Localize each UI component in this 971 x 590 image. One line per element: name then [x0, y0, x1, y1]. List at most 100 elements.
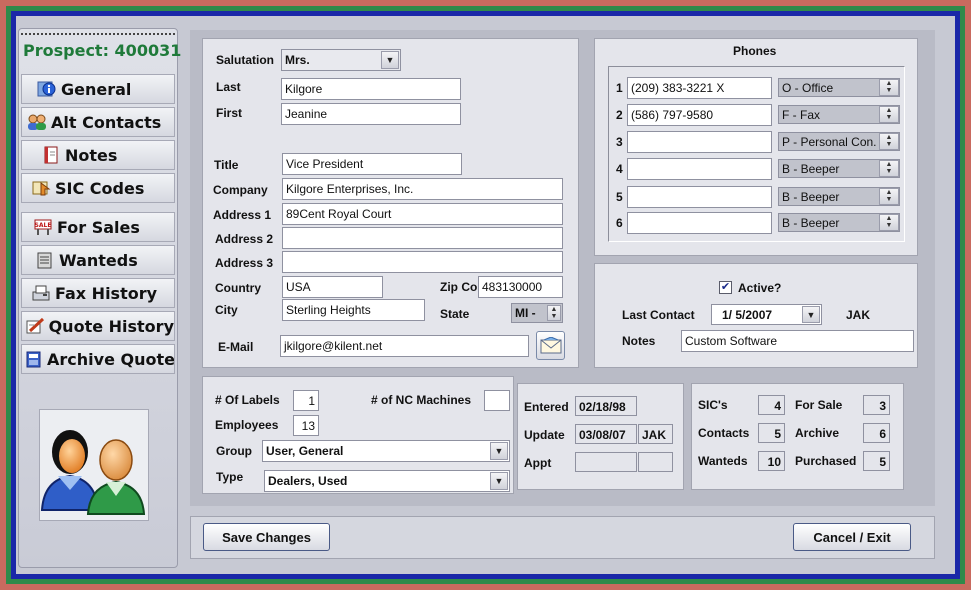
- avatar: [39, 409, 149, 521]
- chevron-down-icon[interactable]: ▼: [381, 51, 399, 69]
- phone-type-value: F - Fax: [782, 108, 820, 122]
- save-changes-button[interactable]: Save Changes: [203, 523, 330, 551]
- phone-row-number: 5: [616, 190, 623, 204]
- people-avatar-icon: [40, 430, 146, 515]
- last-contact-label: Last Contact: [622, 308, 695, 322]
- labels-count-field[interactable]: 1: [293, 390, 319, 411]
- chevron-down-icon[interactable]: ▼: [490, 442, 508, 460]
- phone-row-number: 6: [616, 216, 623, 230]
- address3-field[interactable]: [282, 251, 563, 273]
- title-label: Title: [214, 158, 239, 172]
- contacts-count: 5: [758, 423, 785, 443]
- contacts-icon: [26, 112, 48, 132]
- sidebar: Prospect: 400031 General Alt Contacts No…: [18, 28, 181, 568]
- prospect-id: 400031: [114, 41, 182, 60]
- address2-label: Address 2: [215, 232, 274, 246]
- nav-fax-history[interactable]: Fax History: [21, 278, 175, 308]
- nav-archive-quotes[interactable]: Archive Quotes: [21, 344, 175, 374]
- chevron-down-icon[interactable]: ▼: [490, 472, 508, 490]
- phone-type-spinner[interactable]: F - Fax ▲ ▼: [778, 105, 900, 124]
- spinner-arrows-icon[interactable]: ▲ ▼: [879, 79, 899, 96]
- nav-quote-history[interactable]: Quote History: [21, 311, 175, 341]
- title-field[interactable]: Vice President: [282, 153, 462, 175]
- send-email-button[interactable]: [536, 331, 565, 360]
- nav-sic-codes-label: SIC Codes: [55, 178, 145, 198]
- employees-label: Employees: [215, 418, 279, 432]
- sics-count: 4: [758, 395, 785, 415]
- type-select[interactable]: Dealers, Used ▼: [264, 470, 510, 492]
- wanteds-count: 10: [758, 451, 785, 471]
- phone-type-spinner[interactable]: B - Beeper ▲ ▼: [778, 159, 900, 178]
- spinner-arrows-icon[interactable]: ▲ ▼: [879, 160, 899, 177]
- nav-alt-contacts[interactable]: Alt Contacts: [21, 107, 175, 137]
- appt-date: [575, 452, 637, 472]
- city-label: City: [215, 303, 238, 317]
- nav-quote-history-label: Quote History: [48, 316, 174, 336]
- spinner-arrows-icon[interactable]: ▲ ▼: [879, 188, 899, 205]
- phone-type-value: B - Beeper: [782, 162, 840, 176]
- nav-general[interactable]: General: [21, 74, 175, 104]
- phone-type-spinner[interactable]: B - Beeper ▲ ▼: [778, 213, 900, 232]
- spinner-arrows-icon[interactable]: ▲ ▼: [879, 133, 899, 150]
- phone-number-field[interactable]: [627, 186, 772, 208]
- for-sale-icon: SALE: [32, 217, 54, 237]
- last-name-label: Last: [216, 80, 241, 94]
- phone-number-field[interactable]: [627, 158, 772, 180]
- fax-icon: [30, 283, 52, 303]
- email-field[interactable]: jkilgore@kilent.net: [280, 335, 529, 357]
- nav-fax-history-label: Fax History: [55, 283, 158, 303]
- nav-alt-contacts-label: Alt Contacts: [51, 112, 162, 132]
- nav-wanteds[interactable]: Wanteds: [21, 245, 175, 275]
- nc-machines-field[interactable]: [484, 390, 510, 411]
- state-spinner[interactable]: MI - ▲ ▼: [511, 303, 563, 323]
- phone-type-spinner[interactable]: O - Office ▲ ▼: [778, 78, 900, 97]
- for-sale-count: 3: [863, 395, 890, 415]
- salutation-select[interactable]: Mrs. ▼: [281, 49, 401, 71]
- archive-count: 6: [863, 423, 890, 443]
- phone-number-field[interactable]: (209) 383-3221 X: [627, 77, 772, 99]
- phone-number-field[interactable]: [627, 212, 772, 234]
- nav-notes[interactable]: Notes: [21, 140, 175, 170]
- appt-by: [638, 452, 673, 472]
- sics-count-label: SIC's: [698, 398, 728, 412]
- spinner-arrows-icon[interactable]: ▲ ▼: [879, 106, 899, 123]
- country-field[interactable]: USA: [282, 276, 383, 298]
- company-field[interactable]: Kilgore Enterprises, Inc.: [282, 178, 563, 200]
- address3-label: Address 3: [215, 256, 274, 270]
- wanteds-icon: [34, 250, 56, 270]
- employees-field[interactable]: 13: [293, 415, 319, 436]
- update-date: 03/08/07: [575, 424, 637, 444]
- notes-icon: [40, 145, 62, 165]
- nav-sic-codes[interactable]: SIC Codes: [21, 173, 175, 203]
- active-label: Active?: [738, 281, 782, 295]
- city-field[interactable]: Sterling Heights: [282, 299, 425, 321]
- chevron-down-icon[interactable]: ▼: [802, 306, 820, 323]
- group-select[interactable]: User, General ▼: [262, 440, 510, 462]
- notes-field[interactable]: Custom Software: [681, 330, 914, 352]
- zip-field[interactable]: 483130000: [478, 276, 563, 298]
- info-icon: [36, 79, 58, 99]
- spinner-arrows-icon[interactable]: ▲ ▼: [547, 305, 561, 321]
- last-name-field[interactable]: Kilgore: [281, 78, 461, 100]
- last-contact-date-picker[interactable]: 1/ 5/2007 ▼: [711, 304, 822, 325]
- address1-label: Address 1: [213, 208, 272, 222]
- labels-count-label: # Of Labels: [215, 393, 280, 407]
- address1-field[interactable]: 89Cent Royal Court: [282, 203, 563, 225]
- company-label: Company: [213, 183, 268, 197]
- first-name-field[interactable]: Jeanine: [281, 103, 461, 125]
- active-checkbox[interactable]: ✔: [719, 281, 732, 294]
- svg-text:SALE: SALE: [35, 222, 52, 229]
- nav-general-label: General: [61, 79, 132, 99]
- phone-number-field[interactable]: [627, 131, 772, 153]
- phone-number-field[interactable]: (586) 797-9580: [627, 104, 772, 126]
- spinner-arrows-icon[interactable]: ▲ ▼: [879, 214, 899, 231]
- phone-type-spinner[interactable]: B - Beeper ▲ ▼: [778, 187, 900, 206]
- nav-for-sales[interactable]: SALE For Sales: [21, 212, 175, 242]
- nav-wanteds-label: Wanteds: [59, 250, 138, 270]
- archive-icon: [24, 349, 44, 369]
- notes-label: Notes: [622, 334, 656, 348]
- group-value: User, General: [266, 444, 344, 458]
- address2-field[interactable]: [282, 227, 563, 249]
- phone-type-spinner[interactable]: P - Personal Con. ▲ ▼: [778, 132, 900, 151]
- cancel-exit-button[interactable]: Cancel / Exit: [793, 523, 911, 551]
